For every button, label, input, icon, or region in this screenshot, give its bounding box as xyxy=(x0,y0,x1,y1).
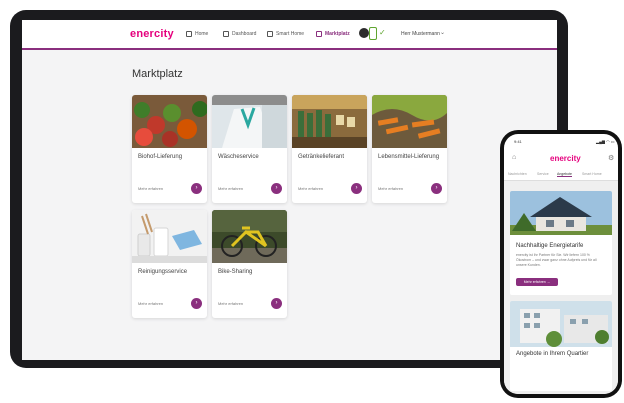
nav-smart-home[interactable]: Smart Home xyxy=(267,31,304,37)
arrow-right-icon[interactable]: › xyxy=(271,298,282,309)
phone-tabs: Nachrichten Service Angebote Smart Home xyxy=(504,170,618,181)
house-solar-image xyxy=(510,191,612,235)
phone-screen: 9:41 ▂▄▆ ◠ ▭ ⌂ enercity ⚙ Nachrichten Se… xyxy=(504,134,618,394)
nav-marktplatz-label: Marktplatz xyxy=(325,31,350,37)
card-bike-sharing[interactable]: Bike-Sharing Mehr erfahren › xyxy=(212,210,287,318)
tablet-screen: enercity Home Dashboard Smart Home Markt… xyxy=(22,20,557,360)
groceries-image xyxy=(372,95,447,148)
card-title: Wäscheservice xyxy=(218,154,259,160)
card-title: Reinigungsservice xyxy=(138,269,188,275)
dashboard-icon xyxy=(223,31,229,37)
offer-card-quartier[interactable]: Angebote in Ihrem Quartier xyxy=(510,301,612,391)
nav-dashboard-label: Dashboard xyxy=(232,31,257,37)
user-menu[interactable]: Herr Mustermann xyxy=(401,31,440,37)
tab-angebote[interactable]: Angebote xyxy=(557,172,572,177)
nav-home[interactable]: Home xyxy=(186,31,208,37)
card-more-link[interactable]: Mehr erfahren xyxy=(218,301,243,306)
card-getraenke[interactable]: Getränkelieferant Mehr erfahren › xyxy=(292,95,367,203)
vegetables-image xyxy=(132,95,207,148)
nav-home-label: Home xyxy=(195,31,209,37)
offer-title: Angebote in Ihrem Quartier xyxy=(516,351,589,357)
page-title: Marktplatz xyxy=(132,68,183,80)
card-title: Getränkelieferant xyxy=(298,154,345,160)
card-waescheservice[interactable]: Wäscheservice Mehr erfahren › xyxy=(212,95,287,203)
nav-marktplatz[interactable]: Marktplatz xyxy=(316,31,350,37)
mobile-device-icon[interactable] xyxy=(369,27,377,40)
tab-service[interactable]: Service xyxy=(537,172,549,176)
offer-text: enercity ist Ihr Partner für Sie. Wir li… xyxy=(516,253,597,267)
bottles-image xyxy=(292,95,367,148)
bag-icon xyxy=(316,31,322,37)
card-title: Bike-Sharing xyxy=(218,269,253,275)
card-title: Lebensmittel-Lieferung xyxy=(378,154,440,160)
laundry-image xyxy=(212,95,287,148)
sliders-icon xyxy=(267,31,273,37)
card-more-link[interactable]: Mehr erfahren xyxy=(378,186,403,191)
card-title: Biohof-Lieferung xyxy=(138,154,183,160)
offer-title: Nachhaltige Energietarife xyxy=(516,243,584,249)
gear-icon[interactable]: ⚙ xyxy=(608,154,614,162)
apartment-image xyxy=(510,301,612,347)
more-button[interactable]: Mehr erfahren → xyxy=(516,278,558,286)
home-icon xyxy=(186,31,192,37)
card-lebensmittel[interactable]: Lebensmittel-Lieferung Mehr erfahren › xyxy=(372,95,447,203)
card-more-link[interactable]: Mehr erfahren xyxy=(138,301,163,306)
card-more-link[interactable]: Mehr erfahren xyxy=(218,186,243,191)
profile-ring-icon[interactable] xyxy=(359,28,369,38)
card-biohof[interactable]: Biohof-Lieferung Mehr erfahren › xyxy=(132,95,207,203)
check-icon: ✓ xyxy=(379,28,386,37)
offer-card-energy[interactable]: Nachhaltige Energietarife enercity ist I… xyxy=(510,191,612,295)
chevron-down-icon[interactable]: ⌄ xyxy=(440,29,445,36)
home-icon[interactable]: ⌂ xyxy=(512,154,516,161)
top-navigation: enercity Home Dashboard Smart Home Markt… xyxy=(22,20,557,50)
arrow-right-icon[interactable]: › xyxy=(431,183,442,194)
status-icons: ▂▄▆ ◠ ▭ xyxy=(596,139,615,144)
tab-smart-home[interactable]: Smart Home xyxy=(582,172,602,176)
arrow-right-icon[interactable]: › xyxy=(351,183,362,194)
arrow-right-icon[interactable]: › xyxy=(191,298,202,309)
enercity-logo[interactable]: enercity xyxy=(550,154,581,163)
nav-smart-home-label: Smart Home xyxy=(276,31,305,37)
card-more-link[interactable]: Mehr erfahren xyxy=(298,186,323,191)
enercity-logo[interactable]: enercity xyxy=(130,28,174,40)
status-time: 9:41 xyxy=(514,139,522,144)
tab-nachrichten[interactable]: Nachrichten xyxy=(508,172,527,176)
arrow-right-icon[interactable]: › xyxy=(271,183,282,194)
arrow-right-icon[interactable]: › xyxy=(191,183,202,194)
nav-dashboard[interactable]: Dashboard xyxy=(223,31,256,37)
card-reinigung[interactable]: Reinigungsservice Mehr erfahren › xyxy=(132,210,207,318)
card-more-link[interactable]: Mehr erfahren xyxy=(138,186,163,191)
phone-device: 9:41 ▂▄▆ ◠ ▭ ⌂ enercity ⚙ Nachrichten Se… xyxy=(500,130,622,398)
phone-content: Nachhaltige Energietarife enercity ist I… xyxy=(504,181,618,394)
cleaning-image xyxy=(132,210,207,263)
bike-image xyxy=(212,210,287,263)
